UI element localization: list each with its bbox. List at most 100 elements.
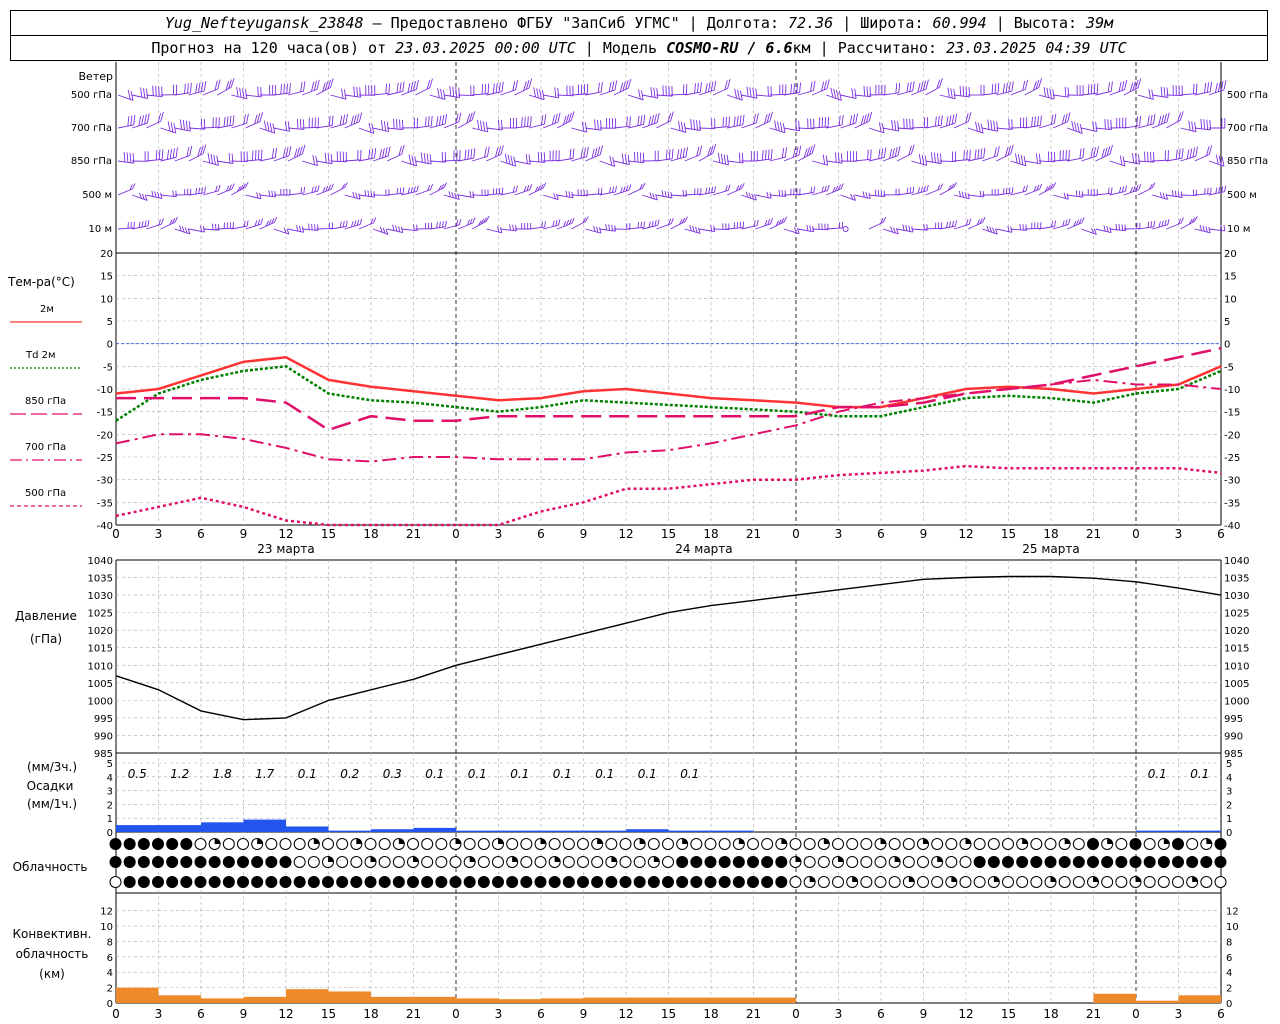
wind-barb [897, 186, 915, 196]
cloud-cover-symbol [208, 856, 221, 868]
cloud-cover-symbol [477, 876, 490, 888]
wind-barb [585, 187, 603, 196]
wind-barb [387, 187, 405, 196]
x-tick-label: 6 [537, 527, 545, 541]
wind-barb [854, 149, 872, 162]
wind-barb [557, 190, 574, 199]
wind-barb [344, 218, 363, 230]
day-label: 25 марта [1022, 542, 1079, 556]
cloud-cover-symbol [761, 876, 774, 888]
wind-barb [1010, 117, 1028, 129]
cloud-cover-symbol [208, 876, 221, 888]
wind-barb [812, 223, 829, 231]
wind-barb [387, 118, 404, 131]
cloud-cover-symbol [832, 838, 844, 850]
precip-ytick-right: 5 [1226, 759, 1232, 770]
cloud-cover-symbol [194, 838, 207, 850]
x-tick-label: 0 [452, 527, 460, 541]
cloud-cover-symbol [520, 856, 533, 868]
cloud-cover-symbol [577, 838, 589, 850]
cloud-cover-fill [1163, 838, 1170, 844]
wind-barb [613, 223, 631, 230]
cloud-cover-symbol [265, 876, 278, 888]
precip-value-label: 1.7 [255, 767, 274, 781]
wind-barb [727, 152, 744, 164]
pressure-ytick-right: 1035 [1224, 574, 1249, 585]
wind-barb [968, 85, 985, 96]
x-tick-label: 0 [112, 1007, 120, 1021]
x-tick-label: 15 [321, 527, 336, 541]
conv-cloud-bar [753, 997, 796, 1003]
x-tick-label: 12 [958, 1007, 973, 1021]
cloud-cover-symbol [1044, 838, 1057, 850]
precip-ytick-left: 2 [107, 800, 113, 811]
cloud-cover-symbol [676, 856, 689, 868]
wind-barb [514, 153, 531, 165]
cloud-cover-symbol [945, 856, 958, 868]
wind-barb [273, 189, 291, 196]
wind-barb [330, 151, 347, 163]
wind-barb [1152, 219, 1170, 230]
conv-ytick-left: 2 [107, 984, 113, 995]
cloud-cover-symbol [222, 876, 235, 888]
calm-wind-circle [842, 226, 849, 232]
pressure-ytick-left: 1035 [88, 574, 113, 585]
cloud-cover-fill [257, 838, 263, 844]
temp-ytick-left: -5 [103, 362, 113, 373]
conv-title1: Конвективн. [13, 927, 92, 941]
wind-barb [642, 87, 659, 99]
wind-barb [797, 186, 816, 196]
cloud-cover-symbol [109, 876, 122, 888]
wind-barb [528, 87, 545, 101]
wind-barb [996, 225, 1013, 233]
wind-barb [344, 86, 361, 98]
cloud-cover-symbol [676, 876, 689, 888]
cloud-cover-symbol [307, 876, 320, 888]
wind-barb [132, 87, 149, 100]
cloud-cover-symbol [1214, 876, 1227, 888]
wind-barb [911, 117, 929, 129]
wind-barb [259, 85, 277, 96]
cloud-cover-symbol [973, 856, 986, 868]
wind-barb [1024, 153, 1041, 165]
cloud-cover-symbol [279, 876, 292, 888]
temp-ytick-left: -35 [97, 498, 113, 509]
cloud-cover-symbol [747, 876, 759, 888]
wind-barb [627, 89, 644, 101]
wind-barb [1137, 220, 1156, 230]
wind-barb [557, 148, 575, 162]
cloud-cover-symbol [747, 856, 759, 868]
pressure-unit: (гПа) [30, 632, 62, 646]
wind-barb [1208, 224, 1226, 232]
x-tick-label: 0 [1132, 527, 1140, 541]
wind-barb [1081, 83, 1099, 96]
wind-barb [514, 223, 532, 230]
cloud-cover-symbol [1157, 856, 1170, 868]
wind-barb [457, 191, 475, 198]
wind-barb [287, 118, 305, 130]
x-tick-label: 21 [1086, 527, 1101, 541]
cloud-cover-symbol [945, 838, 958, 850]
precip-ytick-right: 4 [1226, 773, 1232, 784]
pressure-ytick-left: 1020 [88, 626, 113, 637]
wind-barb [500, 185, 518, 196]
wind-barb [642, 150, 659, 162]
cloud-cover-symbol [704, 876, 717, 888]
x-tick-label: 18 [1043, 1007, 1058, 1021]
wind-level-label: 500 гПа [71, 90, 112, 101]
cloud-cover-symbol [520, 876, 533, 888]
cloud-cover-symbol [180, 838, 193, 850]
x-tick-label: 18 [703, 527, 718, 541]
wind-barb [174, 225, 191, 235]
wind-barb [117, 152, 135, 164]
wind-barb [1038, 151, 1056, 163]
cloud-cover-fill [1192, 876, 1198, 882]
wind-barb [486, 187, 504, 196]
precip-unit3: (мм/3ч.) [27, 760, 77, 774]
cloud-cover-symbol [789, 838, 802, 850]
cloud-cover-symbol [718, 856, 731, 868]
wind-barb [882, 226, 899, 235]
wind-barb [316, 152, 333, 165]
precip-bar [413, 827, 456, 832]
wind-barb [542, 150, 560, 162]
